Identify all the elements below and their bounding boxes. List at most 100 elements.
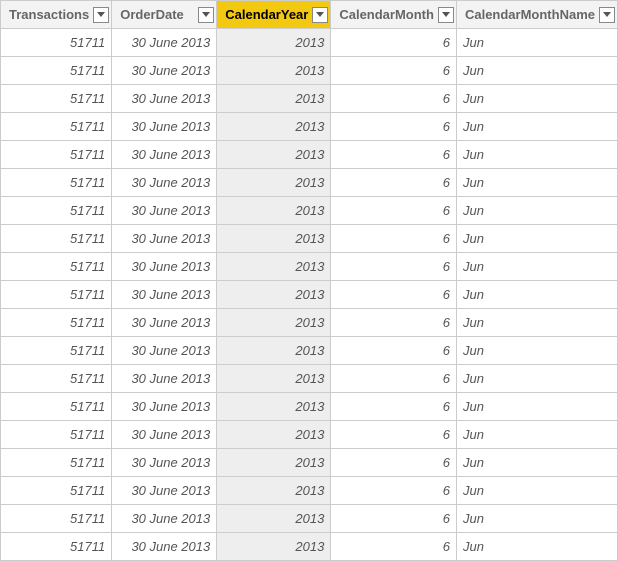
cell-calendaryear[interactable]: 2013 (217, 309, 331, 337)
cell-calendarmonth[interactable]: 6 (331, 505, 457, 533)
cell-calendarmonthname[interactable]: Jun (456, 169, 617, 197)
table-row[interactable]: 5171130 June 201320136Jun (1, 281, 618, 309)
table-row[interactable]: 5171130 June 201320136Jun (1, 393, 618, 421)
cell-calendarmonth[interactable]: 6 (331, 29, 457, 57)
cell-calendarmonthname[interactable]: Jun (456, 253, 617, 281)
table-row[interactable]: 5171130 June 201320136Jun (1, 449, 618, 477)
cell-orderdate[interactable]: 30 June 2013 (112, 337, 217, 365)
cell-calendarmonth[interactable]: 6 (331, 421, 457, 449)
cell-calendaryear[interactable]: 2013 (217, 29, 331, 57)
cell-orderdate[interactable]: 30 June 2013 (112, 477, 217, 505)
cell-transactions[interactable]: 51711 (1, 169, 112, 197)
cell-calendarmonthname[interactable]: Jun (456, 113, 617, 141)
table-row[interactable]: 5171130 June 201320136Jun (1, 169, 618, 197)
cell-calendarmonth[interactable]: 6 (331, 337, 457, 365)
cell-calendaryear[interactable]: 2013 (217, 85, 331, 113)
cell-calendarmonth[interactable]: 6 (331, 85, 457, 113)
table-row[interactable]: 5171130 June 201320136Jun (1, 57, 618, 85)
cell-orderdate[interactable]: 30 June 2013 (112, 449, 217, 477)
column-header-calendarmonth[interactable]: CalendarMonth (331, 1, 457, 29)
cell-calendarmonth[interactable]: 6 (331, 477, 457, 505)
cell-transactions[interactable]: 51711 (1, 85, 112, 113)
cell-calendarmonth[interactable]: 6 (331, 533, 457, 561)
cell-transactions[interactable]: 51711 (1, 113, 112, 141)
cell-orderdate[interactable]: 30 June 2013 (112, 533, 217, 561)
cell-transactions[interactable]: 51711 (1, 141, 112, 169)
cell-orderdate[interactable]: 30 June 2013 (112, 253, 217, 281)
cell-orderdate[interactable]: 30 June 2013 (112, 197, 217, 225)
cell-calendarmonth[interactable]: 6 (331, 309, 457, 337)
table-row[interactable]: 5171130 June 201320136Jun (1, 337, 618, 365)
cell-calendaryear[interactable]: 2013 (217, 421, 331, 449)
cell-transactions[interactable]: 51711 (1, 29, 112, 57)
column-header-calendaryear[interactable]: CalendarYear (217, 1, 331, 29)
table-row[interactable]: 5171130 June 201320136Jun (1, 197, 618, 225)
filter-dropdown-button[interactable] (438, 7, 454, 23)
cell-calendaryear[interactable]: 2013 (217, 477, 331, 505)
cell-calendaryear[interactable]: 2013 (217, 113, 331, 141)
cell-orderdate[interactable]: 30 June 2013 (112, 141, 217, 169)
cell-orderdate[interactable]: 30 June 2013 (112, 421, 217, 449)
table-row[interactable]: 5171130 June 201320136Jun (1, 141, 618, 169)
cell-transactions[interactable]: 51711 (1, 393, 112, 421)
cell-orderdate[interactable]: 30 June 2013 (112, 57, 217, 85)
cell-orderdate[interactable]: 30 June 2013 (112, 113, 217, 141)
column-header-orderdate[interactable]: OrderDate (112, 1, 217, 29)
cell-transactions[interactable]: 51711 (1, 449, 112, 477)
cell-transactions[interactable]: 51711 (1, 477, 112, 505)
cell-calendarmonthname[interactable]: Jun (456, 281, 617, 309)
filter-dropdown-button[interactable] (599, 7, 615, 23)
cell-calendarmonth[interactable]: 6 (331, 57, 457, 85)
cell-calendaryear[interactable]: 2013 (217, 225, 331, 253)
cell-orderdate[interactable]: 30 June 2013 (112, 505, 217, 533)
filter-dropdown-button[interactable] (312, 7, 328, 23)
cell-calendaryear[interactable]: 2013 (217, 281, 331, 309)
table-row[interactable]: 5171130 June 201320136Jun (1, 29, 618, 57)
cell-calendarmonthname[interactable]: Jun (456, 225, 617, 253)
cell-calendarmonthname[interactable]: Jun (456, 393, 617, 421)
cell-orderdate[interactable]: 30 June 2013 (112, 225, 217, 253)
cell-calendarmonth[interactable]: 6 (331, 365, 457, 393)
cell-calendarmonth[interactable]: 6 (331, 281, 457, 309)
table-row[interactable]: 5171130 June 201320136Jun (1, 113, 618, 141)
filter-dropdown-button[interactable] (198, 7, 214, 23)
cell-calendaryear[interactable]: 2013 (217, 141, 331, 169)
cell-calendarmonthname[interactable]: Jun (456, 197, 617, 225)
cell-calendaryear[interactable]: 2013 (217, 337, 331, 365)
cell-orderdate[interactable]: 30 June 2013 (112, 281, 217, 309)
table-row[interactable]: 5171130 June 201320136Jun (1, 253, 618, 281)
cell-orderdate[interactable]: 30 June 2013 (112, 169, 217, 197)
cell-calendarmonth[interactable]: 6 (331, 197, 457, 225)
cell-transactions[interactable]: 51711 (1, 365, 112, 393)
cell-calendaryear[interactable]: 2013 (217, 533, 331, 561)
cell-calendarmonthname[interactable]: Jun (456, 29, 617, 57)
table-row[interactable]: 5171130 June 201320136Jun (1, 505, 618, 533)
table-row[interactable]: 5171130 June 201320136Jun (1, 365, 618, 393)
column-header-calendarmonthname[interactable]: CalendarMonthName (456, 1, 617, 29)
table-row[interactable]: 5171130 June 201320136Jun (1, 477, 618, 505)
cell-calendarmonth[interactable]: 6 (331, 393, 457, 421)
cell-calendaryear[interactable]: 2013 (217, 169, 331, 197)
cell-calendarmonthname[interactable]: Jun (456, 505, 617, 533)
table-row[interactable]: 5171130 June 201320136Jun (1, 421, 618, 449)
cell-calendaryear[interactable]: 2013 (217, 449, 331, 477)
cell-calendarmonthname[interactable]: Jun (456, 85, 617, 113)
cell-transactions[interactable]: 51711 (1, 281, 112, 309)
column-header-transactions[interactable]: Transactions (1, 1, 112, 29)
cell-orderdate[interactable]: 30 June 2013 (112, 29, 217, 57)
cell-calendaryear[interactable]: 2013 (217, 57, 331, 85)
cell-calendarmonth[interactable]: 6 (331, 253, 457, 281)
filter-dropdown-button[interactable] (93, 7, 109, 23)
cell-transactions[interactable]: 51711 (1, 337, 112, 365)
cell-calendaryear[interactable]: 2013 (217, 197, 331, 225)
cell-calendarmonth[interactable]: 6 (331, 225, 457, 253)
table-row[interactable]: 5171130 June 201320136Jun (1, 309, 618, 337)
cell-calendarmonthname[interactable]: Jun (456, 477, 617, 505)
cell-transactions[interactable]: 51711 (1, 421, 112, 449)
cell-calendaryear[interactable]: 2013 (217, 253, 331, 281)
cell-calendarmonth[interactable]: 6 (331, 113, 457, 141)
cell-calendarmonthname[interactable]: Jun (456, 533, 617, 561)
cell-transactions[interactable]: 51711 (1, 505, 112, 533)
cell-transactions[interactable]: 51711 (1, 533, 112, 561)
cell-calendarmonthname[interactable]: Jun (456, 365, 617, 393)
